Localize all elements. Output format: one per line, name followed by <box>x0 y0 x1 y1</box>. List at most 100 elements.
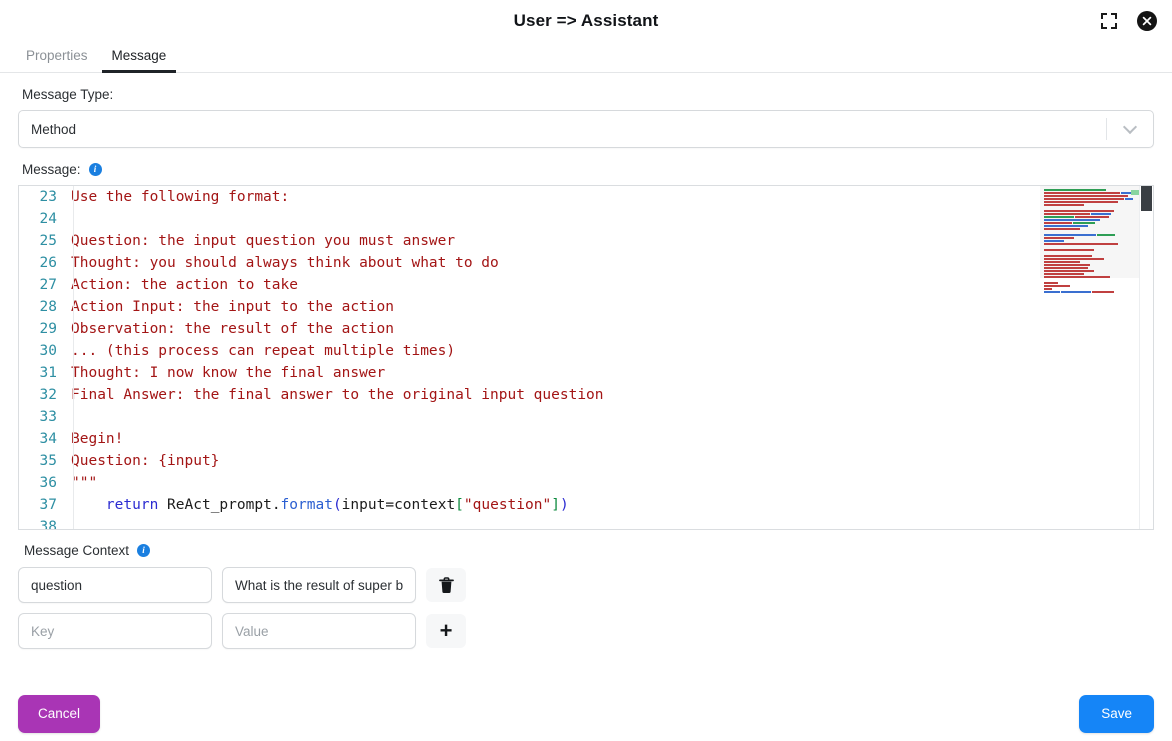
save-button[interactable]: Save <box>1079 694 1154 733</box>
line-number: 35 <box>39 453 57 469</box>
info-icon[interactable]: i <box>88 163 102 176</box>
line-number: 31 <box>39 365 57 381</box>
minimap-row <box>1044 288 1135 290</box>
minimap-segment <box>1044 243 1118 245</box>
dialog-body: Message Type: Method Message: i 23 Use th… <box>0 73 1172 686</box>
minimap-segment <box>1097 234 1115 236</box>
minimap-segment <box>1044 285 1070 287</box>
minimap-row <box>1044 222 1135 224</box>
minimap-segment <box>1061 291 1091 293</box>
code-line: 35 Question: {input} <box>19 450 1039 472</box>
code-token: format <box>280 497 333 513</box>
minimap-segment <box>1044 291 1060 293</box>
code-editor-lines[interactable]: 23 Use the following format: 24 25 Question:… <box>19 186 1039 529</box>
code-token: Observation: the result of the action <box>71 321 395 337</box>
code-token: Thought: I now know the final answer <box>71 365 386 381</box>
plus-icon[interactable]: + <box>426 614 466 648</box>
line-number: 30 <box>39 343 57 359</box>
minimap-row <box>1044 204 1135 206</box>
minimap-segment <box>1044 261 1080 263</box>
minimap-row <box>1044 210 1135 212</box>
code-token: Action Input: the input to the action <box>71 299 395 315</box>
minimap-segment <box>1091 213 1111 215</box>
code-token: Action: the action to take <box>71 277 298 293</box>
minimap-row <box>1044 207 1135 209</box>
line-number: 28 <box>39 299 57 315</box>
code-line-content: return ReAct_prompt.format(input=context… <box>71 494 569 516</box>
minimap-segment <box>1044 213 1090 215</box>
chevron-down-icon[interactable] <box>1107 119 1153 135</box>
close-circle-icon[interactable] <box>1136 10 1158 32</box>
code-line: 33 <box>19 406 1039 428</box>
code-line-content: Use the following format: <box>71 186 289 208</box>
message-label-text: Message: <box>22 162 81 177</box>
line-number: 36 <box>39 475 57 491</box>
message-type-select[interactable]: Method <box>18 110 1154 148</box>
minimap-row <box>1044 195 1135 197</box>
code-line-content: Question: {input} <box>71 450 219 472</box>
cancel-button[interactable]: Cancel <box>18 694 101 733</box>
minimap-segment <box>1075 216 1109 218</box>
code-line: 24 <box>19 208 1039 230</box>
minimap-segment <box>1044 228 1080 230</box>
code-token: ... (this process can repeat multiple ti… <box>71 343 456 359</box>
code-token: Final Answer: the final answer to the or… <box>71 387 604 403</box>
minimap-row <box>1044 261 1135 263</box>
tab-properties[interactable]: Properties <box>16 48 98 73</box>
code-token: = <box>385 497 395 513</box>
code-minimap[interactable] <box>1039 186 1139 529</box>
editor-scrollbar[interactable] <box>1131 186 1153 529</box>
minimap-row <box>1044 255 1135 257</box>
context-key-input[interactable] <box>18 567 212 603</box>
context-new-value-input[interactable] <box>222 613 416 649</box>
context-value-input[interactable] <box>222 567 416 603</box>
code-token: input <box>341 497 386 513</box>
code-token: [ <box>455 497 464 513</box>
minimap-row <box>1044 201 1135 203</box>
scrollbar-thumb[interactable] <box>1131 186 1152 211</box>
dialog-footer: Cancel Save <box>0 686 1172 741</box>
code-line: 37 return ReAct_prompt.format(input=cont… <box>19 494 1039 516</box>
line-number: 34 <box>39 431 57 447</box>
minimap-row <box>1044 282 1135 284</box>
fullscreen-expand-icon[interactable] <box>1098 10 1120 32</box>
minimap-segment <box>1044 264 1090 266</box>
trash-icon[interactable] <box>426 568 466 602</box>
minimap-segment <box>1044 216 1074 218</box>
minimap-row <box>1044 264 1135 266</box>
dialog-header: User => Assistant <box>0 0 1172 42</box>
code-line: 32 Final Answer: the final answer to the … <box>19 384 1039 406</box>
code-token: ) <box>559 497 569 513</box>
minimap-segment <box>1044 195 1128 197</box>
info-icon[interactable]: i <box>137 544 151 557</box>
minimap-row <box>1044 252 1135 254</box>
minimap-row <box>1044 225 1135 227</box>
code-line-content: Begin! <box>71 428 123 450</box>
minimap-row <box>1044 249 1135 251</box>
message-type-label-text: Message Type: <box>22 87 114 102</box>
line-number: 26 <box>39 255 57 271</box>
minimap-segment <box>1044 204 1084 206</box>
code-line-content: """ <box>71 472 97 494</box>
minimap-row <box>1044 189 1135 191</box>
header-actions <box>1098 0 1158 42</box>
tab-message[interactable]: Message <box>101 48 177 73</box>
line-number: 27 <box>39 277 57 293</box>
minimap-row <box>1044 243 1135 245</box>
minimap-segment <box>1044 255 1092 257</box>
minimap-row <box>1044 219 1135 221</box>
context-new-row: + <box>18 613 1154 649</box>
context-new-key-input[interactable] <box>18 613 212 649</box>
line-number: 25 <box>39 233 57 249</box>
minimap-segment <box>1044 267 1088 269</box>
indent-guide <box>73 186 74 529</box>
minimap-segment <box>1044 189 1106 191</box>
code-line: 30 ... (this process can repeat multiple … <box>19 340 1039 362</box>
message-label: Message: i <box>22 162 1154 177</box>
minimap-row <box>1044 231 1135 233</box>
code-editor[interactable]: 23 Use the following format: 24 25 Question:… <box>18 185 1154 530</box>
minimap-segment <box>1044 249 1094 251</box>
line-number: 32 <box>39 387 57 403</box>
minimap-row <box>1044 258 1135 260</box>
